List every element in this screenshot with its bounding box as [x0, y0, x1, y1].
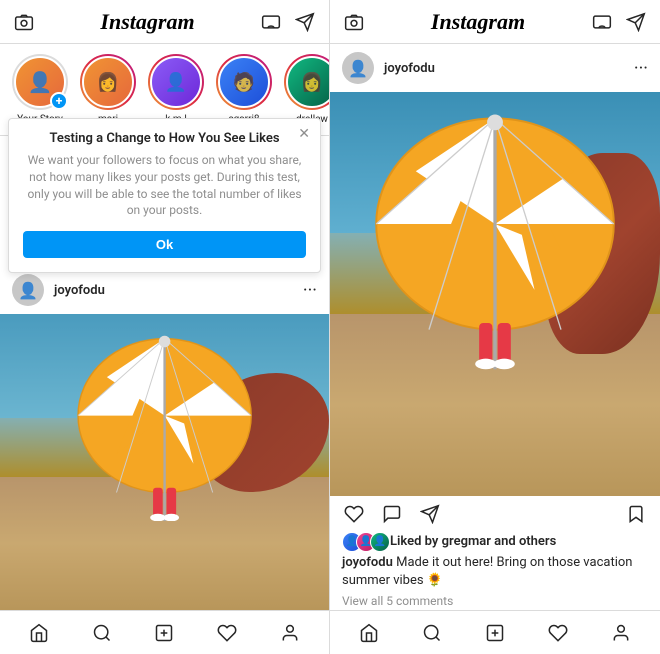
nav-home-left[interactable] — [27, 621, 51, 645]
left-header: Instagram — [0, 0, 329, 44]
left-panel: Instagram 👤 + Your Story — [0, 0, 330, 654]
left-bottom-nav — [0, 610, 329, 654]
nav-profile-right[interactable] — [609, 621, 633, 645]
like-button[interactable] — [342, 502, 366, 526]
post-likes: 👤 👤 👤 Liked by gregmar and others — [330, 532, 660, 552]
nav-search-right[interactable] — [420, 621, 444, 645]
bookmark-button[interactable] — [624, 502, 648, 526]
left-post-more[interactable]: ··· — [303, 280, 317, 301]
right-paper-plane-icon[interactable] — [626, 12, 646, 32]
right-logo: Instagram — [431, 9, 525, 35]
caption-username[interactable]: joyofodu — [342, 555, 393, 570]
right-bottom-nav — [330, 610, 660, 654]
left-post-container: 👤 joyofodu ··· — [0, 266, 329, 314]
nav-heart-right[interactable] — [546, 621, 570, 645]
nav-add-right[interactable] — [483, 621, 507, 645]
liked-by-text: Liked by gregmar and others — [390, 534, 556, 549]
nav-add-left[interactable] — [152, 621, 176, 645]
popup-body: We want your followers to focus on what … — [23, 152, 306, 219]
story-kml[interactable]: 👤 k.m.l — [148, 54, 204, 125]
left-umbrella-scene — [0, 314, 329, 610]
likes-avatars: 👤 👤 👤 — [342, 532, 384, 552]
like-avatar-3: 👤 — [370, 532, 390, 552]
add-story-plus[interactable]: + — [50, 92, 68, 110]
popup-ok-button[interactable]: Ok — [23, 231, 306, 258]
tv-icon[interactable] — [261, 12, 281, 32]
right-umbrella-scene — [330, 92, 660, 496]
right-post-avatar: 👤 — [342, 52, 374, 84]
story-drellew[interactable]: 👩 drellew — [284, 54, 329, 125]
right-post-image — [330, 92, 660, 496]
right-header-icons — [592, 12, 646, 32]
nav-home-right[interactable] — [357, 621, 381, 645]
right-umbrella-svg — [363, 100, 627, 374]
logo: Instagram — [100, 9, 194, 35]
post-caption: joyofodu Made it out here! Bring on thos… — [330, 552, 660, 592]
umbrella-svg — [33, 329, 296, 521]
header-icons — [261, 12, 315, 32]
notification-popup: ✕ Testing a Change to How You See Likes … — [8, 118, 321, 273]
right-tv-icon[interactable] — [592, 12, 612, 32]
left-post-username[interactable]: joyofodu — [54, 283, 293, 298]
nav-heart-left[interactable] — [215, 621, 239, 645]
right-panel: Instagram 👤 joyofodu ··· — [330, 0, 660, 654]
right-post-more[interactable]: ··· — [634, 58, 648, 79]
story-sgarri8[interactable]: 🧑 sgarri8 — [216, 54, 272, 125]
popup-close-button[interactable]: ✕ — [298, 127, 310, 141]
paper-plane-icon[interactable] — [295, 12, 315, 32]
camera-icon[interactable] — [14, 12, 34, 32]
right-post-actions — [330, 496, 660, 532]
popup-title: Testing a Change to How You See Likes — [23, 131, 306, 146]
right-post-header: 👤 joyofodu ··· — [330, 44, 660, 92]
story-mari[interactable]: 👩 mari — [80, 54, 136, 125]
right-header: Instagram — [330, 0, 660, 44]
view-comments[interactable]: View all 5 comments — [330, 592, 660, 610]
comment-button[interactable] — [380, 502, 404, 526]
left-post-header: 👤 joyofodu ··· — [0, 266, 329, 314]
story-your-story[interactable]: 👤 + Your Story — [12, 54, 68, 125]
right-post-username[interactable]: joyofodu — [384, 61, 624, 76]
left-post-image — [0, 314, 329, 610]
share-button[interactable] — [418, 502, 442, 526]
left-post-avatar: 👤 — [12, 274, 44, 306]
nav-profile-left[interactable] — [278, 621, 302, 645]
right-camera-icon[interactable] — [344, 12, 364, 32]
nav-search-left[interactable] — [90, 621, 114, 645]
